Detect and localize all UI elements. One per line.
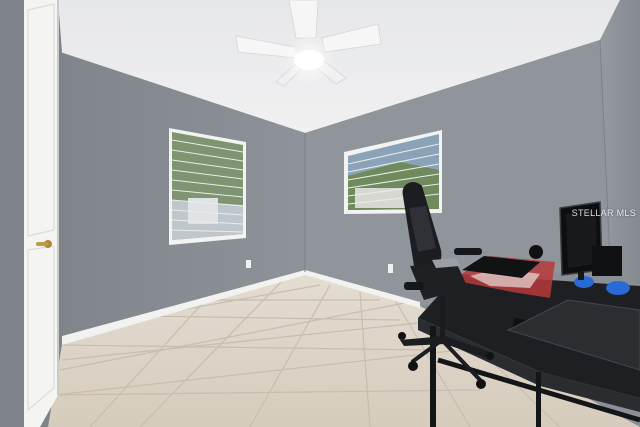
- watermark: STELLAR MLS: [571, 208, 636, 218]
- wall-outlet: [388, 264, 393, 273]
- door: [24, 0, 59, 427]
- room-photo: STELLAR MLS: [0, 0, 640, 427]
- left-window: [169, 128, 246, 245]
- wall-outlet: [246, 260, 251, 268]
